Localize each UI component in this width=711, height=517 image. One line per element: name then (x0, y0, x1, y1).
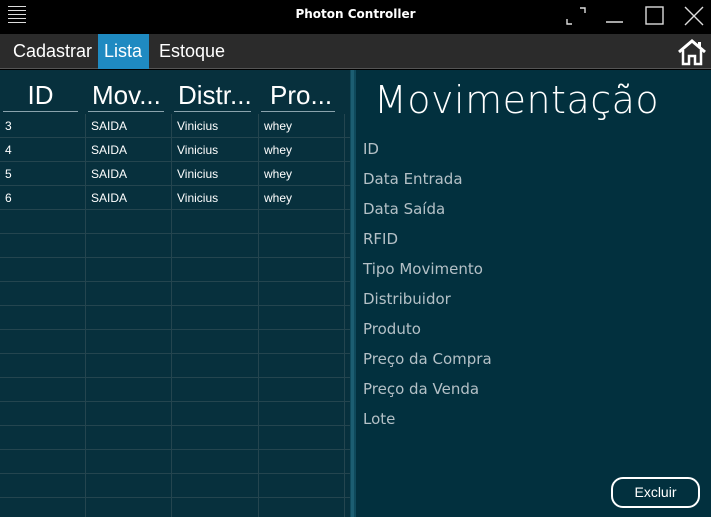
field-id: ID (363, 140, 379, 158)
column-header-movimento[interactable]: Mov... (88, 80, 164, 112)
table-cell: SAIDA (91, 119, 128, 133)
table-cell: whey (264, 167, 293, 181)
detail-panel: Movimentação ID Data Entrada Data Saída RFI… (356, 70, 711, 517)
empty-table-row (0, 282, 350, 306)
field-produto: Produto (363, 320, 421, 338)
table-cell: Vinicius (177, 191, 219, 205)
empty-table-row (0, 378, 350, 402)
table-cell: 6 (5, 191, 12, 205)
home-icon (678, 39, 706, 66)
fullscreen-icon[interactable] (563, 4, 589, 28)
table-row[interactable]: 4 SAIDA Vinicius whey (0, 138, 350, 162)
title-bar: Photon Controller (0, 0, 711, 34)
table-cell: Vinicius (177, 167, 219, 181)
field-preco-compra: Preço da Compra (363, 350, 492, 368)
movements-grid[interactable]: ID Mov... Distr... Pro... 3 SAIDA Vinicius… (0, 70, 350, 517)
empty-table-row (0, 330, 350, 354)
table-cell: 5 (5, 167, 12, 181)
tab-lista[interactable]: Lista (98, 34, 149, 69)
delete-button[interactable]: Excluir (611, 477, 700, 508)
table-cell: whey (264, 143, 293, 157)
tab-cadastrar[interactable]: Cadastrar (7, 34, 98, 69)
home-button[interactable] (675, 36, 709, 67)
empty-table-row (0, 426, 350, 450)
column-header-distribuidor[interactable]: Distr... (174, 80, 251, 112)
maximize-icon[interactable] (642, 4, 668, 28)
detail-title: Movimentação (374, 78, 660, 122)
table-cell: Vinicius (177, 119, 219, 133)
empty-table-row (0, 258, 350, 282)
table-cell: SAIDA (91, 167, 128, 181)
field-data-saida: Data Saída (363, 200, 446, 218)
minimize-icon[interactable] (602, 4, 628, 28)
tab-estoque[interactable]: Estoque (153, 34, 231, 69)
empty-table-row (0, 210, 350, 234)
grid-header: ID Mov... Distr... Pro... (0, 70, 350, 114)
empty-table-row (0, 306, 350, 330)
empty-table-row (0, 402, 350, 426)
field-data-entrada: Data Entrada (363, 170, 463, 188)
table-cell: 3 (5, 119, 12, 133)
table-cell: SAIDA (91, 143, 128, 157)
table-cell: Vinicius (177, 143, 219, 157)
table-row[interactable]: 5 SAIDA Vinicius whey (0, 162, 350, 186)
close-icon[interactable] (681, 4, 707, 28)
table-cell: whey (264, 191, 293, 205)
empty-table-row (0, 234, 350, 258)
table-cell: 4 (5, 143, 12, 157)
column-header-id[interactable]: ID (3, 80, 78, 112)
menu-bar: Cadastrar Lista Estoque (0, 34, 711, 69)
empty-table-row (0, 354, 350, 378)
field-lote: Lote (363, 410, 396, 428)
empty-table-row (0, 450, 350, 474)
table-cell: SAIDA (91, 191, 128, 205)
column-header-produto[interactable]: Pro... (261, 80, 335, 112)
empty-table-row (0, 474, 350, 498)
field-tipo-movimento: Tipo Movimento (363, 260, 483, 278)
table-row[interactable]: 6 SAIDA Vinicius whey (0, 186, 350, 210)
field-distribuidor: Distribuidor (363, 290, 451, 308)
field-rfid: RFID (363, 230, 399, 248)
field-preco-venda: Preço da Venda (363, 380, 480, 398)
table-row[interactable]: 3 SAIDA Vinicius whey (0, 114, 350, 138)
table-cell: whey (264, 119, 293, 133)
grid-body: 3 SAIDA Vinicius whey 4 SAIDA Vinicius whey 5 SAI… (0, 114, 350, 517)
empty-table-row (0, 498, 350, 517)
